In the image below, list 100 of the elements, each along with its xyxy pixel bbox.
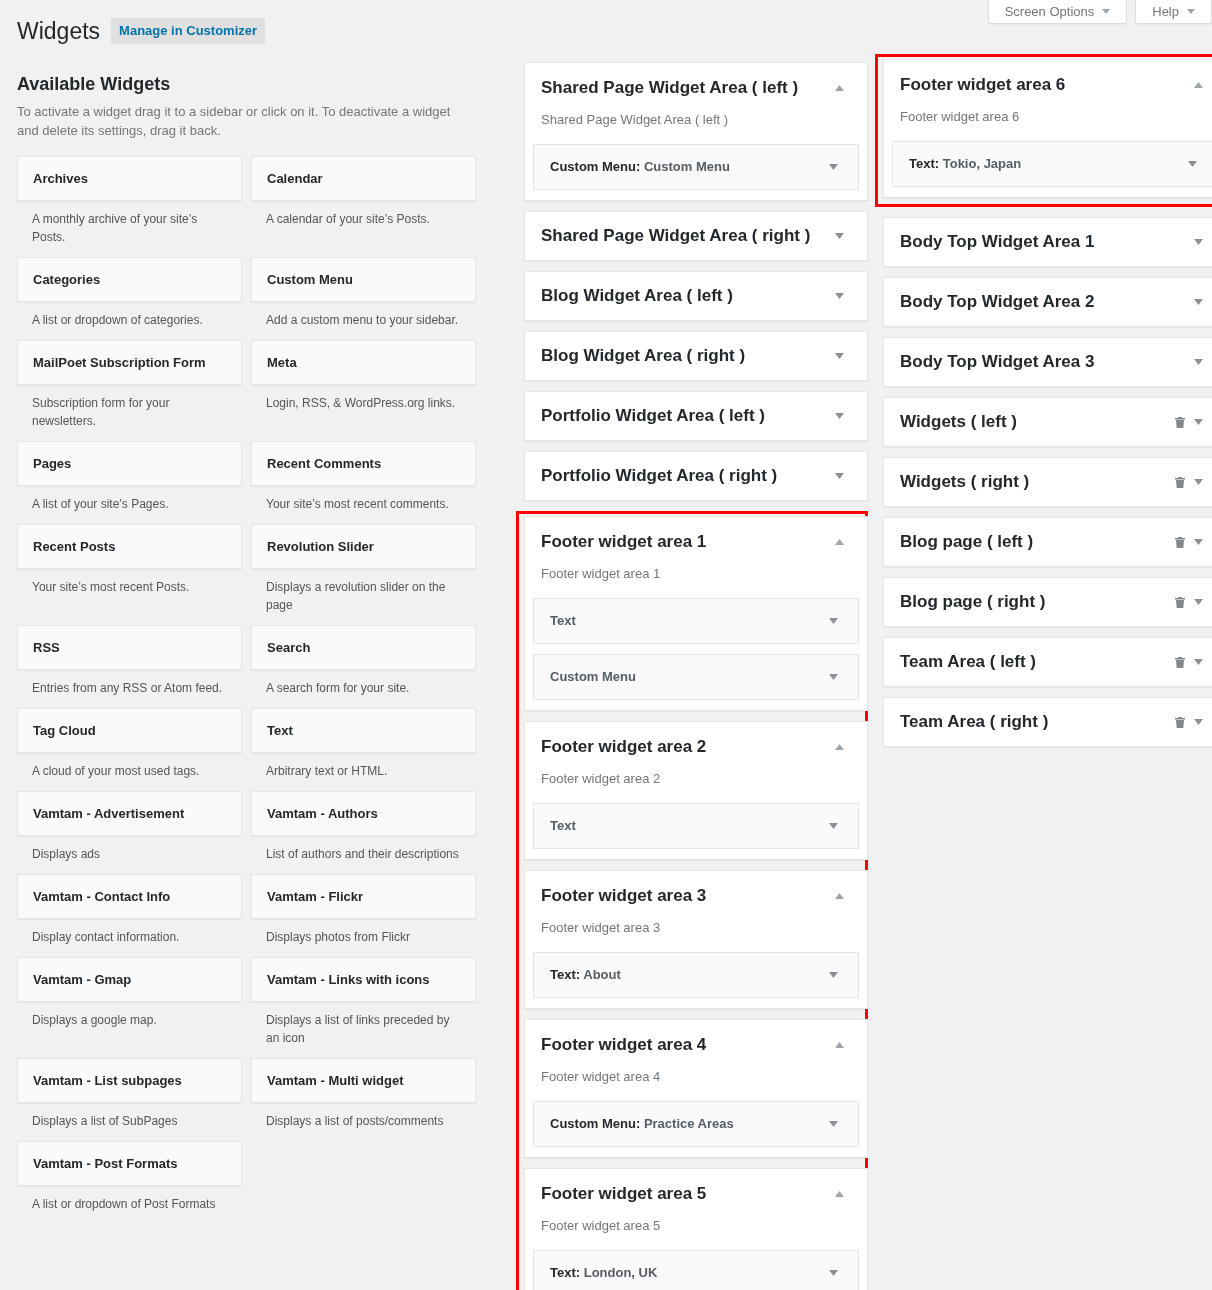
expand-arrow-icon[interactable] [835,233,844,239]
sidebar-description: Footer widget area 2 [540,770,662,788]
sidebar-title[interactable]: Body Top Widget Area 2 [900,291,1194,313]
widget-card[interactable]: Vamtam - List subpages [17,1058,242,1103]
widget-card[interactable]: Text [251,708,476,753]
widget-item[interactable]: Text [533,803,859,849]
widget-card[interactable]: Categories [17,257,242,302]
expand-arrow-icon[interactable] [835,413,844,419]
sidebar-title[interactable]: Shared Page Widget Area ( right ) [541,225,835,247]
expand-arrow-icon[interactable] [829,618,838,624]
sidebar-title[interactable]: Body Top Widget Area 3 [900,351,1194,373]
sidebar-title[interactable]: Blog page ( left ) [900,531,1175,553]
expand-arrow-icon[interactable] [1194,599,1203,605]
widget-card[interactable]: Vamtam - Multi widget [251,1058,476,1103]
widget-card[interactable]: Revolution Slider [251,524,476,569]
widget-card[interactable]: Search [251,625,476,670]
expand-arrow-icon[interactable] [1194,419,1203,425]
widget-description: Arbitrary text or HTML. [265,763,389,780]
sidebar-title[interactable]: Team Area ( right ) [900,711,1175,733]
manage-customizer-button[interactable]: Manage in Customizer [111,18,266,44]
widget-item[interactable]: Custom Menu: Practice Areas [533,1101,859,1147]
widget-card[interactable]: Tag Cloud [17,708,242,753]
expand-arrow-icon[interactable] [829,1270,838,1276]
expand-arrow-icon[interactable] [835,293,844,299]
sidebar-title[interactable]: Portfolio Widget Area ( right ) [541,465,835,487]
sidebar-title[interactable]: Footer widget area 5 [541,1183,835,1205]
screen-meta-tab[interactable]: Help [1135,0,1212,24]
widget-card[interactable]: Vamtam - Post Formats [17,1141,242,1186]
sidebar-description: Footer widget area 6 [899,108,1021,126]
widget-card[interactable]: Pages [17,441,242,486]
section-heading: Available Widgets [17,73,172,96]
collapse-arrow-icon[interactable] [835,893,844,899]
widget-description: Displays ads [31,846,102,863]
collapse-arrow-icon[interactable] [1194,82,1203,88]
widget-description: Add a custom menu to your sidebar. [265,312,460,329]
sidebar-title[interactable]: Blog Widget Area ( right ) [541,345,835,367]
sidebar-title[interactable]: Shared Page Widget Area ( left ) [541,77,835,99]
collapse-arrow-icon[interactable] [835,744,844,750]
widget-item[interactable]: Text: About [533,952,859,998]
expand-arrow-icon[interactable] [835,353,844,359]
trash-icon[interactable] [1175,536,1185,548]
widget-title: Text: Tokio, Japan [909,155,1023,174]
widget-item[interactable]: Text: London, UK [533,1250,859,1290]
widget-card[interactable]: Recent Comments [251,441,476,486]
trash-icon[interactable] [1175,476,1185,488]
widget-card[interactable]: Vamtam - Contact Info [17,874,242,919]
sidebar-title[interactable]: Footer widget area 1 [541,531,835,553]
trash-icon[interactable] [1175,416,1185,428]
expand-arrow-icon[interactable] [1194,719,1203,725]
expand-arrow-icon[interactable] [829,972,838,978]
widget-card[interactable]: Calendar [251,156,476,201]
widget-card[interactable]: MailPoet Subscription Form [17,340,242,385]
widget-card[interactable]: Custom Menu [251,257,476,302]
sidebar-title[interactable]: Portfolio Widget Area ( left ) [541,405,835,427]
trash-icon[interactable] [1175,716,1185,728]
widget-item[interactable]: Custom Menu: Custom Menu [533,144,859,190]
widget-card[interactable]: Recent Posts [17,524,242,569]
widget-title: Text: About [550,966,622,985]
sidebar-title[interactable]: Footer widget area 6 [900,74,1194,96]
widget-item[interactable]: Text: Tokio, Japan [892,141,1212,187]
expand-arrow-icon[interactable] [1194,479,1203,485]
trash-icon[interactable] [1175,596,1185,608]
expand-arrow-icon[interactable] [1194,299,1203,305]
sidebar-title[interactable]: Blog page ( right ) [900,591,1175,613]
widget-card[interactable]: Vamtam - Gmap [17,957,242,1002]
expand-arrow-icon[interactable] [1188,161,1197,167]
collapse-arrow-icon[interactable] [835,85,844,91]
widget-card[interactable]: Vamtam - Authors [251,791,476,836]
widget-card[interactable]: Archives [17,156,242,201]
widget-card[interactable]: Vamtam - Flickr [251,874,476,919]
expand-arrow-icon[interactable] [829,1121,838,1127]
widget-item[interactable]: Custom Menu [533,654,859,700]
expand-arrow-icon[interactable] [829,823,838,829]
sidebar-title[interactable]: Team Area ( left ) [900,651,1175,673]
widget-card[interactable]: Vamtam - Advertisement [17,791,242,836]
expand-arrow-icon[interactable] [1194,359,1203,365]
collapse-arrow-icon[interactable] [835,1191,844,1197]
sidebar-title[interactable]: Widgets ( left ) [900,411,1175,433]
sidebar-title[interactable]: Footer widget area 3 [541,885,835,907]
screen-meta-tab[interactable]: Screen Options [987,0,1128,24]
sidebar-title[interactable]: Body Top Widget Area 1 [900,231,1194,253]
collapse-arrow-icon[interactable] [835,539,844,545]
expand-arrow-icon[interactable] [829,674,838,680]
sidebar-title[interactable]: Widgets ( right ) [900,471,1175,493]
widget-description: Entries from any RSS or Atom feed. [31,680,224,697]
expand-arrow-icon[interactable] [1194,659,1203,665]
widget-card[interactable]: RSS [17,625,242,670]
expand-arrow-icon[interactable] [829,164,838,170]
sidebar-title[interactable]: Footer widget area 4 [541,1034,835,1056]
expand-arrow-icon[interactable] [1194,239,1203,245]
widget-item[interactable]: Text [533,598,859,644]
expand-arrow-icon[interactable] [835,473,844,479]
widget-card[interactable]: Vamtam - Links with icons [251,957,476,1002]
sidebar-title[interactable]: Footer widget area 2 [541,736,835,758]
trash-icon[interactable] [1175,656,1185,668]
widget-description: Displays a list of posts/comments [265,1113,445,1130]
widget-card[interactable]: Meta [251,340,476,385]
sidebar-title[interactable]: Blog Widget Area ( left ) [541,285,835,307]
collapse-arrow-icon[interactable] [835,1042,844,1048]
expand-arrow-icon[interactable] [1194,539,1203,545]
